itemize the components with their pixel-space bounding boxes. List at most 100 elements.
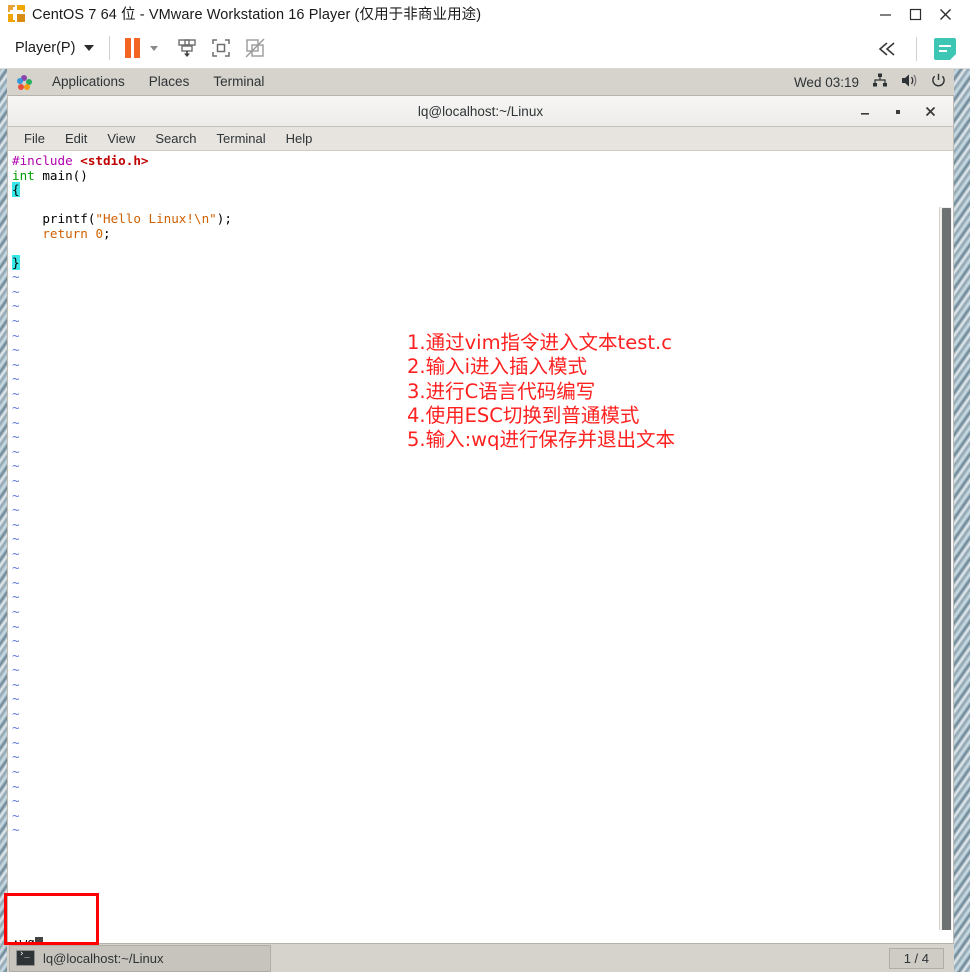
minimize-icon[interactable]: [870, 1, 900, 27]
chevron-down-icon: [84, 45, 95, 51]
volume-icon[interactable]: [901, 73, 918, 91]
tilde-marker: ~: [12, 371, 20, 387]
menu-applications[interactable]: Applications: [40, 69, 137, 95]
power-icon[interactable]: [931, 73, 946, 91]
gnome-taskbar: lq@localhost:~/Linux 1 / 4: [7, 943, 954, 972]
workspace-indicator[interactable]: 1 / 4: [888, 948, 944, 969]
gnome-top-panel: Applications Places Terminal Wed 03:19: [7, 69, 954, 96]
tilde-marker: ~: [12, 749, 20, 765]
menu-terminal[interactable]: Terminal: [201, 69, 276, 95]
fullscreen-icon[interactable]: [204, 33, 238, 63]
tilde-marker: ~: [12, 283, 20, 299]
tilde-marker: ~: [12, 429, 20, 445]
tilde-marker: ~: [12, 487, 20, 503]
tilde-marker: ~: [12, 662, 20, 678]
tilde-marker: ~: [12, 473, 20, 489]
code-token: main(): [34, 167, 88, 183]
code-line: return 0;: [12, 225, 232, 242]
desktop-wallpaper: [0, 69, 7, 972]
maximize-icon[interactable]: [881, 98, 914, 126]
tilde-marker: ~: [12, 298, 20, 314]
code-line: }: [12, 254, 232, 271]
close-icon[interactable]: [930, 1, 960, 27]
menu-help[interactable]: Help: [276, 128, 323, 150]
taskbar-window-button[interactable]: lq@localhost:~/Linux: [9, 944, 271, 972]
menu-search[interactable]: Search: [145, 128, 206, 150]
annotation-line: 1.通过vim指令进入文本test.c: [407, 331, 672, 354]
annotation-line: 2.输入i进入插入模式: [407, 355, 588, 379]
tilde-marker: ~: [12, 356, 20, 372]
tilde-marker: ~: [12, 342, 20, 358]
tilde-marker: ~: [12, 545, 20, 561]
code-token: 0: [95, 225, 104, 241]
tilde-marker: ~: [12, 705, 20, 721]
tilde-marker: ~: [12, 720, 20, 736]
toolbar-separator: [916, 36, 917, 61]
menu-view[interactable]: View: [97, 128, 145, 150]
vertical-scrollbar[interactable]: [939, 207, 952, 957]
tilde-marker: ~: [12, 458, 20, 474]
annotation-text-overlay: 1.通过vim指令进入文本test.c 2.输入i进入插入模式 3.进行C语言代码编…: [407, 331, 675, 452]
menu-edit[interactable]: Edit: [55, 128, 97, 150]
notes-icon[interactable]: [928, 34, 962, 64]
vmware-window-title: CentOS 7 64 位 - VMware Workstation 16 Pl…: [32, 7, 482, 23]
gnome-panel-status-area: Wed 03:19: [794, 69, 946, 95]
tilde-marker: ~: [12, 589, 20, 605]
vim-editor-area[interactable]: ~ ~ ~ ~ ~ ~ ~ ~ ~ ~ ~ ~ ~ ~ ~ ~ ~ ~ ~ ~ ~ ~ ~ ~ ~ ~ ~ ~ ~ ~ ~ ~ ~ ~ ~ ~ ~ ~ ~ …: [8, 151, 953, 957]
code-token: return: [42, 225, 88, 241]
code-token: <stdio.h>: [80, 153, 149, 168]
tilde-marker: ~: [12, 269, 20, 285]
collapse-toolbar-icon[interactable]: [871, 34, 905, 64]
code-token: int: [12, 167, 35, 183]
desktop-wallpaper: [954, 69, 970, 972]
toolbar-separator: [109, 36, 111, 60]
terminal-window: lq@localhost:~/Linux File Edit View Sear…: [7, 96, 954, 958]
network-icon[interactable]: [872, 73, 888, 91]
code-token: ": [209, 211, 217, 227]
clock[interactable]: Wed 03:19: [794, 75, 859, 90]
gnome-applications-icon[interactable]: [17, 74, 32, 90]
send-keys-icon[interactable]: [170, 33, 204, 63]
tilde-marker: ~: [12, 313, 20, 329]
menu-terminal[interactable]: Terminal: [207, 128, 276, 150]
tilde-marker: ~: [12, 734, 20, 750]
vmware-title-bar: CentOS 7 64 位 - VMware Workstation 16 Pl…: [0, 0, 970, 28]
unity-mode-icon[interactable]: [238, 33, 272, 63]
tilde-marker: ~: [12, 807, 20, 823]
annotation-line: 5.输入:wq进行保存并退出文本: [407, 428, 676, 452]
taskbar-window-label: lq@localhost:~/Linux: [43, 950, 164, 966]
tilde-marker: ~: [12, 560, 20, 576]
tilde-marker: ~: [12, 778, 20, 794]
minimize-icon[interactable]: [848, 98, 881, 126]
terminal-title-bar[interactable]: lq@localhost:~/Linux: [8, 96, 953, 127]
code-line: {: [12, 182, 232, 198]
chevron-down-icon[interactable]: [150, 45, 159, 51]
terminal-icon: [16, 949, 35, 966]
code-line: #include <stdio.h>: [12, 153, 232, 169]
tilde-marker: ~: [12, 603, 20, 619]
tilde-marker: ~: [12, 414, 20, 430]
player-menu-button[interactable]: Player(P): [11, 34, 98, 62]
tilde-marker: ~: [12, 763, 20, 779]
vmware-player-window: CentOS 7 64 位 - VMware Workstation 16 Pl…: [0, 0, 970, 972]
close-icon[interactable]: [914, 98, 947, 126]
menu-places[interactable]: Places: [137, 69, 202, 95]
code-token: }: [12, 254, 20, 270]
scrollbar-thumb[interactable]: [942, 208, 951, 957]
tilde-marker: ~: [12, 385, 20, 401]
tilde-marker: ~: [12, 327, 20, 343]
tilde-marker: ~: [12, 633, 20, 649]
menu-file[interactable]: File: [14, 128, 55, 150]
maximize-icon[interactable]: [900, 1, 930, 27]
vmware-toolbar: Player(P): [0, 28, 970, 69]
tilde-marker: ~: [12, 793, 20, 809]
code-token: {: [12, 182, 20, 198]
tilde-marker: ~: [12, 531, 20, 547]
terminal-window-controls: [848, 96, 947, 127]
pause-icon[interactable]: [125, 38, 141, 58]
code-token: );: [216, 211, 232, 227]
tilde-marker: ~: [12, 502, 20, 518]
vmware-window-controls: [870, 0, 960, 28]
